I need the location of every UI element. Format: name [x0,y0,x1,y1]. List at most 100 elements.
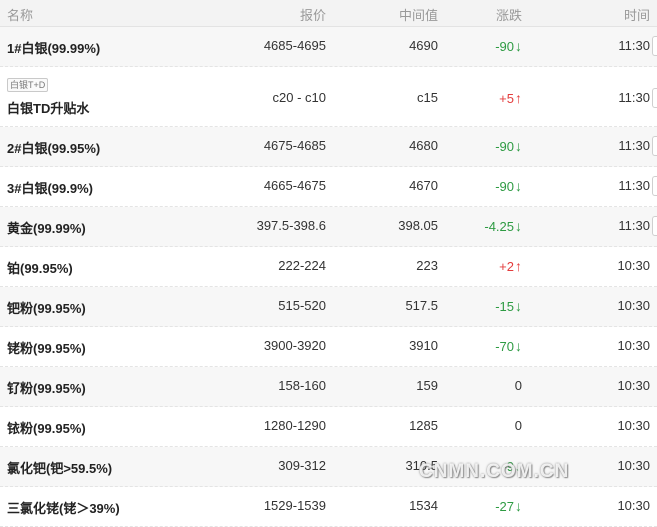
mid-value: 3910 [409,338,438,353]
price-range: 158-160 [278,378,326,393]
price-range: 397.5-398.6 [256,218,326,233]
change-value: +2↑ [499,258,522,274]
price-range: 309-312 [278,458,326,473]
change-number: -90 [495,39,514,54]
update-time: 10:30 [617,458,650,473]
update-time: 11:30 [618,90,650,105]
table-row[interactable]: 钌粉(99.95%) 158-160 159 0 10:30 [0,367,657,407]
change-value: -90↓ [495,178,522,194]
change-number: -70 [495,339,514,354]
arrow-up-icon: ↑ [515,90,522,106]
update-time: 10:30 [617,298,650,313]
update-time: 10:30 [617,378,650,393]
arrow-down-icon: ↓ [515,298,522,314]
table-row[interactable]: 三氯化铑(铑＞39%) 1529-1539 1534 -27↓ 10:30 [0,487,657,527]
change-value: -27↓ [495,498,522,514]
row-edge-button[interactable] [652,88,657,108]
table-row[interactable]: 黄金(99.99%) 397.5-398.6 398.05 -4.25↓ 11:30 [0,207,657,247]
product-name: 2#白银(99.95%) [7,141,101,156]
product-name: 钌粉(99.95%) [7,381,86,396]
arrow-down-icon: ↓ [515,38,522,54]
row-edge-button[interactable] [652,176,657,196]
price-range: 4665-4675 [263,178,326,193]
row-edge-button[interactable] [652,36,657,56]
change-value: -70↓ [495,338,522,354]
header-change: 涨跌 [495,8,522,23]
mid-value: 223 [416,258,438,273]
price-range: 1280-1290 [263,418,326,433]
change-value: -90↓ [495,38,522,54]
change-number: -90 [495,179,514,194]
arrow-down-icon: ↓ [515,138,522,154]
table-row[interactable]: 铱粉(99.95%) 1280-1290 1285 0 10:30 [0,407,657,447]
change-value: -4.25↓ [484,218,522,234]
table-row[interactable]: 1#白银(99.99%) 4685-4695 4690 -90↓ 11:30 [0,27,657,67]
price-range: 3900-3920 [263,338,326,353]
mid-value: 1285 [409,418,438,433]
change-number: +5 [499,91,514,106]
table-row[interactable]: 铑粉(99.95%) 3900-3920 3910 -70↓ 10:30 [0,327,657,367]
mid-value: 4680 [409,138,438,153]
mid-value: 1534 [409,498,438,513]
header-time: 时间 [623,8,650,23]
arrow-up-icon: ↑ [515,258,522,274]
header-price: 报价 [299,8,326,23]
price-range: 4675-4685 [263,138,326,153]
row-edge-button[interactable] [652,136,657,156]
price-range: 515-520 [278,298,326,313]
mid-value: 4690 [409,38,438,53]
product-tag: 白银T+D [7,78,49,92]
arrow-down-icon: ↓ [515,178,522,194]
table-row[interactable]: 3#白银(99.9%) 4665-4675 4670 -90↓ 11:30 [0,167,657,207]
change-number: 0 [514,378,522,393]
price-range: 4685-4695 [263,38,326,53]
change-value: +5↑ [499,90,522,106]
update-time: 10:30 [617,418,650,433]
mid-value: 517.5 [405,298,438,313]
product-name: 钯粉(99.95%) [7,301,86,316]
change-number: -4.25 [484,219,514,234]
product-name: 黄金(99.99%) [7,221,86,236]
row-edge-button[interactable] [652,216,657,236]
change-number: -27 [495,499,514,514]
product-name: 三氯化铑(铑＞39%) [7,501,120,516]
change-number: +2 [499,259,514,274]
update-time: 11:30 [618,138,650,153]
arrow-down-icon: ↓ [515,338,522,354]
header-mid: 中间值 [398,8,438,23]
update-time: 11:30 [618,178,650,193]
table-header: 名称 报价 中间值 涨跌 时间 [0,0,657,27]
change-value: 0 [515,418,522,433]
change-number: 0 [514,418,522,433]
table-row[interactable]: 2#白银(99.95%) 4675-4685 4680 -90↓ 11:30 [0,127,657,167]
header-name: 名称 [7,8,34,23]
product-name: 3#白银(99.9%) [7,181,93,196]
table-row[interactable]: 铂(99.95%) 222-224 223 +2↑ 10:30 [0,247,657,287]
arrow-down-icon: ↓ [515,218,522,234]
table-row[interactable]: 钯粉(99.95%) 515-520 517.5 -15↓ 10:30 [0,287,657,327]
product-name: 铱粉(99.95%) [7,421,86,436]
product-name: 铑粉(99.95%) [7,341,86,356]
mid-value: 159 [416,378,438,393]
update-time: 10:30 [617,258,650,273]
price-range: 1529-1539 [263,498,326,513]
product-name: 铂(99.95%) [7,261,73,276]
product-name: 1#白银(99.99%) [7,41,101,56]
product-name: 氯化钯(钯>59.5%) [7,461,113,476]
update-time: 10:30 [617,498,650,513]
update-time: 11:30 [618,38,650,53]
mid-value: 4670 [409,178,438,193]
price-range: c20 - c10 [272,90,326,105]
price-range: 222-224 [278,258,326,273]
update-time: 10:30 [617,338,650,353]
change-value: -15↓ [495,298,522,314]
table-row[interactable]: 白银T+D 白银TD升贴水 c20 - c10 c15 +5↑ 11:30 [0,67,657,127]
update-time: 11:30 [618,218,650,233]
change-number: -90 [495,139,514,154]
price-table: 名称 报价 中间值 涨跌 时间 1#白银(99.99%) 4685-4695 469… [0,0,657,527]
change-value: -90↓ [495,138,522,154]
watermark-text: CNMN.COM.CN [419,461,570,482]
product-name: 白银TD升贴水 [7,101,90,116]
mid-value: 398.05 [398,218,438,233]
arrow-down-icon: ↓ [515,498,522,514]
